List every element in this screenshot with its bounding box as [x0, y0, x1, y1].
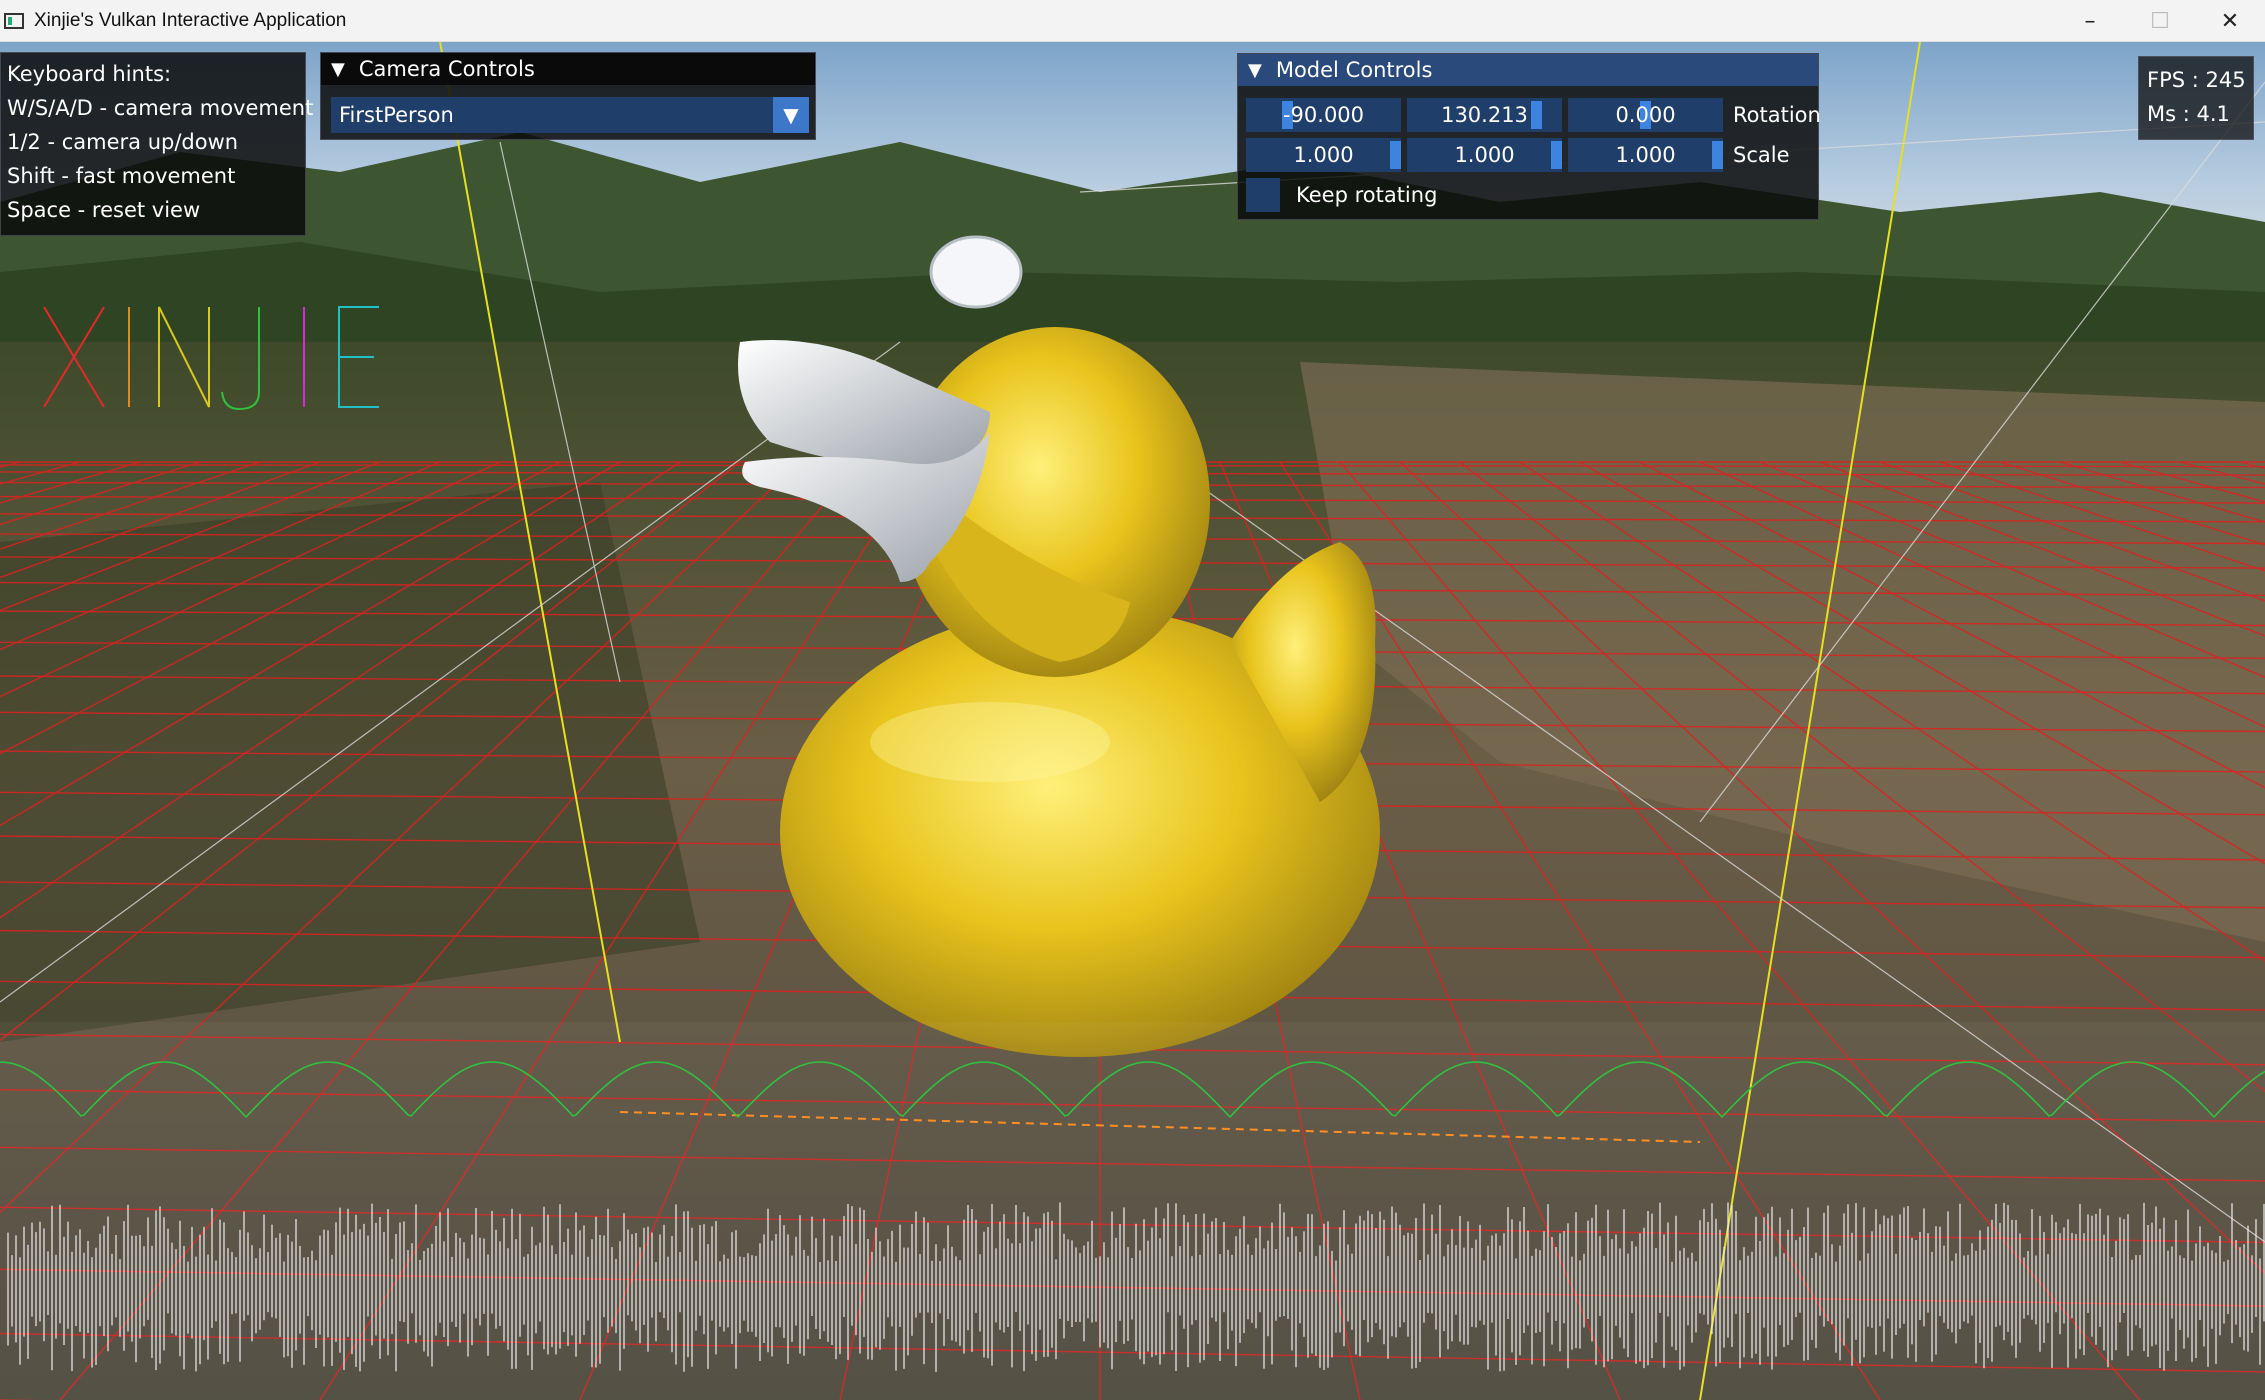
- minimize-button[interactable]: –: [2055, 0, 2125, 42]
- window-title: Xinjie's Vulkan Interactive Application: [34, 9, 347, 31]
- scene-render: [0, 42, 2265, 1400]
- triangle-down-icon: ▼: [331, 58, 345, 80]
- camera-mode-combo[interactable]: FirstPerson ▼: [331, 97, 809, 133]
- rotation-x-slider[interactable]: -90.000: [1246, 98, 1401, 132]
- slider-grab[interactable]: [1531, 101, 1542, 129]
- model-controls-header[interactable]: ▼ Model Controls: [1238, 54, 1818, 86]
- maximize-button[interactable]: ☐: [2125, 0, 2195, 42]
- keyboard-hints-title: Keyboard hints:: [7, 62, 172, 86]
- slider-grab[interactable]: [1390, 141, 1401, 169]
- ms-readout: Ms : 4.1: [2147, 102, 2230, 126]
- rotation-z-slider[interactable]: 0.000: [1568, 98, 1723, 132]
- xinjie-logo: [43, 306, 379, 411]
- scale-label: Scale: [1733, 143, 1790, 167]
- triangle-down-icon: ▼: [1248, 59, 1262, 81]
- close-button[interactable]: ✕: [2195, 0, 2265, 42]
- window-titlebar: Xinjie's Vulkan Interactive Application …: [0, 0, 2265, 42]
- scale-z-slider[interactable]: 1.000: [1568, 138, 1723, 172]
- hint-item: 1/2 - camera up/down: [7, 130, 239, 154]
- keep-rotating-row: Keep rotating: [1246, 178, 1437, 212]
- triangle-down-icon[interactable]: ▼: [773, 97, 809, 133]
- model-controls-panel: ▼ Model Controls -90.000 130.213 0.000 R…: [1237, 53, 1821, 220]
- rotation-label: Rotation: [1733, 103, 1821, 127]
- hint-item: Space - reset view: [7, 198, 201, 222]
- model-controls-title: Model Controls: [1275, 58, 1433, 82]
- scale-x-slider[interactable]: 1.000: [1246, 138, 1401, 172]
- scale-row: 1.000 1.000 1.000 Scale: [1246, 138, 1790, 172]
- keep-rotating-checkbox[interactable]: [1246, 178, 1280, 212]
- rotation-row: -90.000 130.213 0.000 Rotation: [1246, 98, 1821, 132]
- camera-controls-title: Camera Controls: [358, 57, 535, 81]
- camera-mode-value: FirstPerson: [339, 103, 454, 127]
- rotation-y-slider[interactable]: 130.213: [1407, 98, 1562, 132]
- camera-controls-panel: ▼ Camera Controls FirstPerson ▼: [320, 52, 816, 140]
- camera-controls-header[interactable]: ▼ Camera Controls: [321, 53, 815, 85]
- window-app-icon: [4, 12, 24, 29]
- fps-readout: FPS : 245: [2147, 68, 2246, 92]
- slider-grab[interactable]: [1551, 141, 1562, 169]
- stats-overlay: FPS : 245 Ms : 4.1: [2138, 56, 2254, 140]
- render-viewport[interactable]: Keyboard hints: W/S/A/D - camera movemen…: [0, 42, 2265, 1400]
- hint-item: Shift - fast movement: [7, 164, 236, 188]
- window-controls: – ☐ ✕: [2055, 0, 2265, 42]
- slider-grab[interactable]: [1712, 141, 1723, 169]
- scale-y-slider[interactable]: 1.000: [1407, 138, 1562, 172]
- keyboard-hints-panel: Keyboard hints: W/S/A/D - camera movemen…: [0, 52, 314, 236]
- keep-rotating-label: Keep rotating: [1296, 183, 1438, 207]
- hint-item: W/S/A/D - camera movement: [7, 96, 314, 120]
